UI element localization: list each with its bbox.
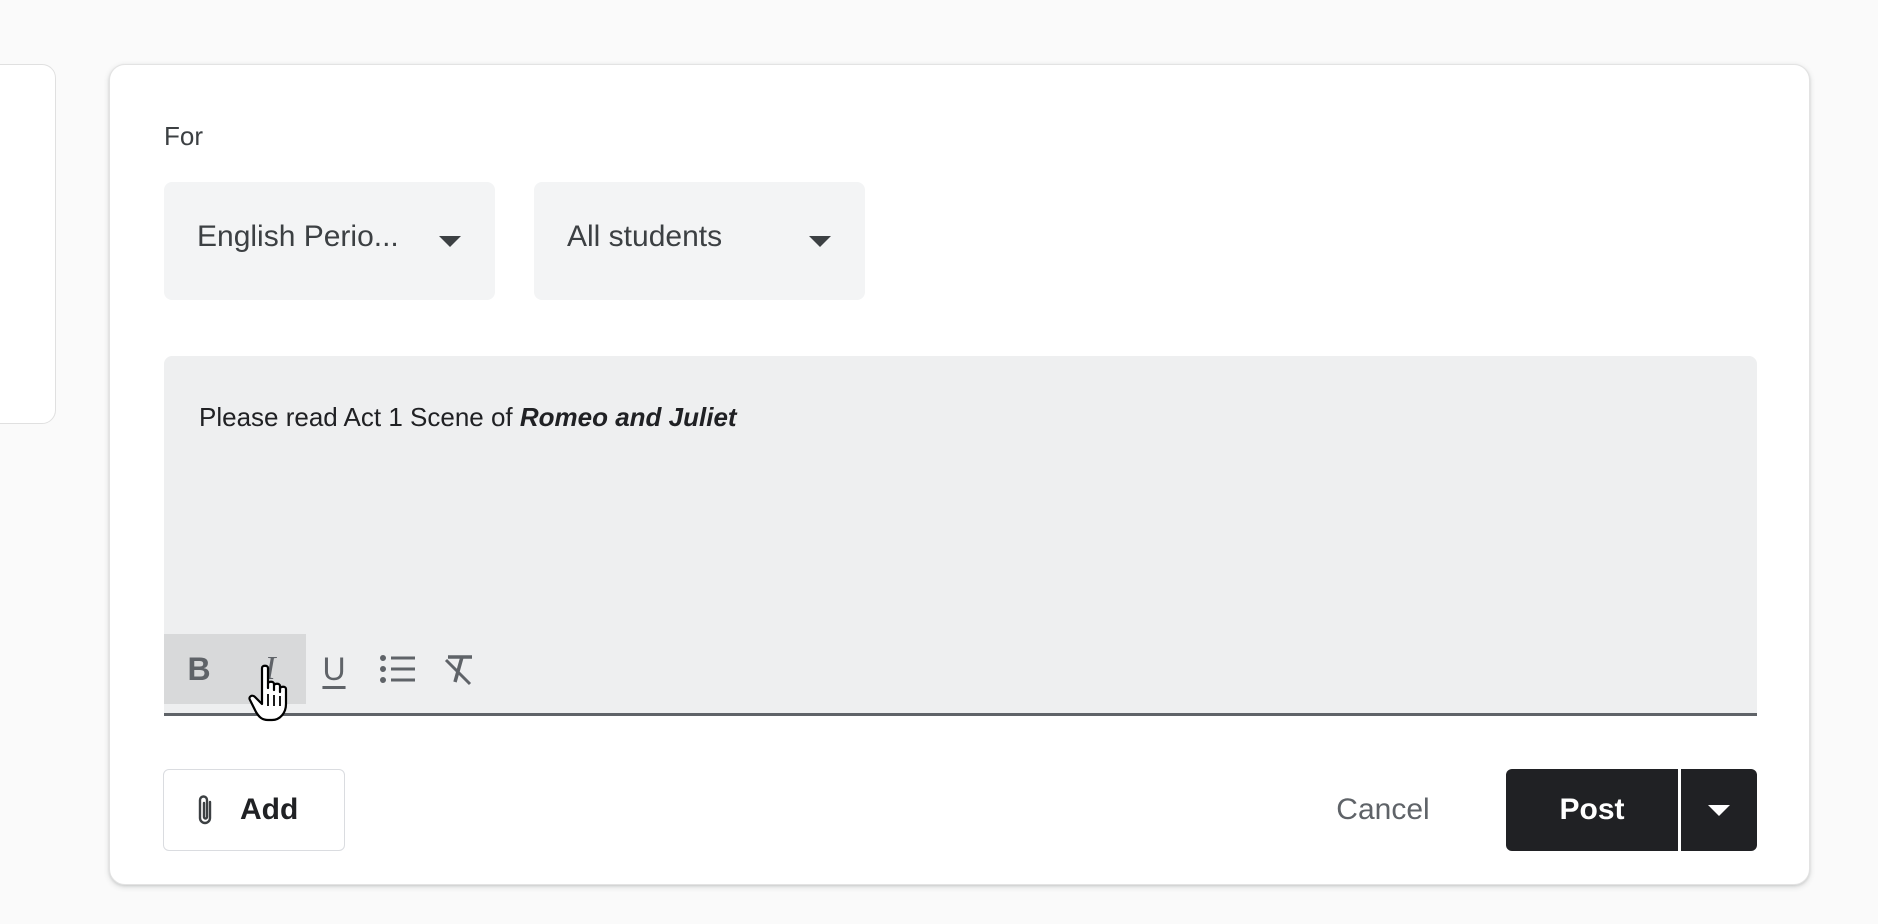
editor-text[interactable]: Please read Act 1 Scene of Romeo and Jul… [199, 402, 737, 433]
add-attachment-button[interactable]: Add [163, 769, 345, 851]
post-button-group: Post [1506, 769, 1757, 851]
add-label: Add [240, 793, 299, 826]
editor-text-plain: Please read Act 1 Scene of [199, 402, 520, 432]
class-select[interactable]: English Perio... [164, 182, 495, 300]
background-card [0, 64, 56, 424]
editor-text-emphasis: Romeo and Juliet [519, 402, 737, 432]
post-button[interactable]: Post [1506, 769, 1678, 851]
caret-down-icon [439, 236, 461, 247]
announcement-editor[interactable]: Please read Act 1 Scene of Romeo and Jul… [164, 356, 1757, 716]
paperclip-icon [198, 795, 212, 825]
for-label: For [164, 121, 203, 151]
post-options-button[interactable] [1681, 769, 1757, 851]
caret-down-icon [1708, 804, 1730, 816]
caret-down-icon [809, 236, 831, 247]
clear-formatting-icon [444, 655, 472, 686]
students-select-value: All students [567, 220, 723, 253]
bold-button[interactable]: B [164, 634, 234, 704]
cancel-button[interactable]: Cancel [1313, 769, 1453, 851]
underline-button[interactable]: U [306, 634, 362, 704]
bulleted-list-icon [380, 655, 415, 683]
students-select[interactable]: All students [534, 182, 865, 300]
format-toolbar: B I U [164, 634, 484, 704]
bulleted-list-button[interactable] [362, 634, 434, 704]
italic-button[interactable]: I [234, 634, 306, 704]
clear-formatting-button[interactable] [434, 634, 484, 704]
post-composer-card: For English Perio... All students Please… [109, 64, 1810, 885]
class-select-value: English Perio... [197, 220, 399, 253]
